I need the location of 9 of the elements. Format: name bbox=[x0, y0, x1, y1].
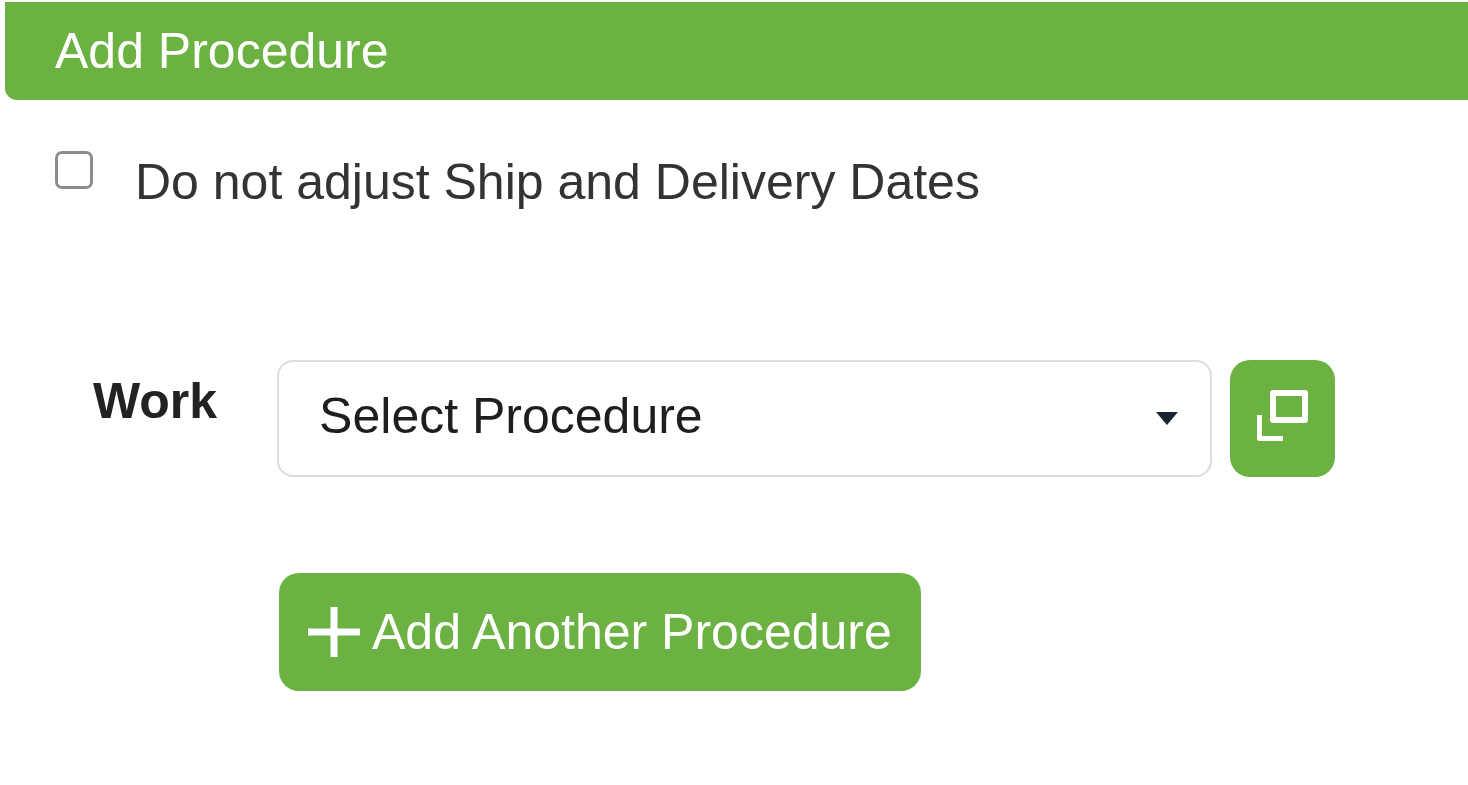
procedure-label: Work bbox=[93, 373, 218, 430]
checkbox[interactable] bbox=[55, 151, 93, 189]
caret-down-icon bbox=[1156, 412, 1179, 425]
plus-icon bbox=[308, 607, 360, 657]
procedure-select[interactable]: Select Procedure bbox=[277, 360, 1213, 477]
checkbox-label: Do not adjust Ship and Delivery Dates bbox=[135, 154, 980, 211]
copy-button[interactable] bbox=[1230, 360, 1336, 477]
panel-title: Add Procedure bbox=[55, 22, 389, 80]
overlapping-squares-icon bbox=[1257, 390, 1309, 441]
